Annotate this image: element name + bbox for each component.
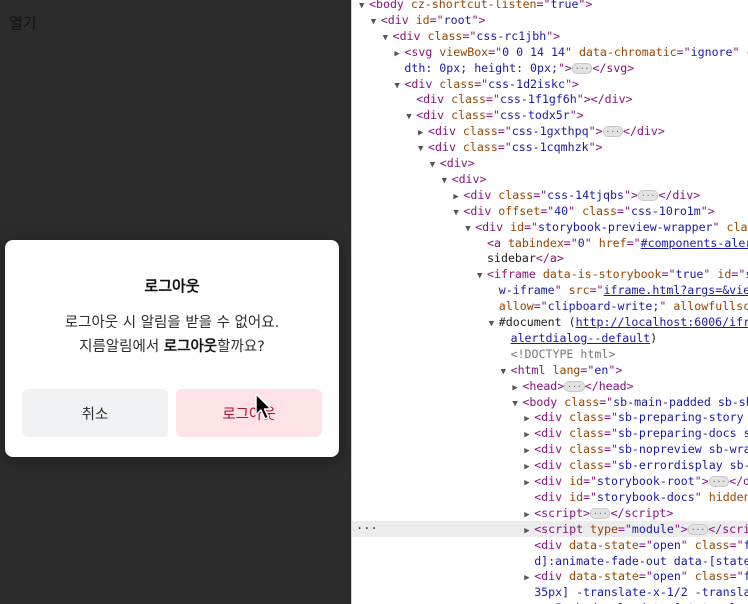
dom-node-markup: sidebar</a> xyxy=(487,251,564,266)
dom-tree-node[interactable]: ▼ <div offset="40" class="css-10ro1m"> xyxy=(352,203,748,219)
dom-node-markup: <div class="sb-nopreview sb-wra xyxy=(534,442,748,457)
dom-node-markup: <body cz-shortcut-listen="true"> xyxy=(369,0,593,11)
dom-tree-node[interactable]: ▶ <div class="sb-preparing-docs s xyxy=(352,425,748,441)
dom-node-markup: w-iframe" src="iframe.html?args=&viewM xyxy=(498,283,748,298)
dom-tree-node[interactable]: ▼ <body cz-shortcut-listen="true"> xyxy=(352,0,748,12)
dialog-title: 로그아웃 xyxy=(144,277,200,295)
dom-node-markup: dth: 0px; height: 0px;"> ··· </svg> xyxy=(404,60,635,75)
line2-bold: 로그아웃 xyxy=(163,339,218,355)
dom-node-markup: <div id="root"> xyxy=(380,12,486,27)
dom-tree-node[interactable]: ▼ <div class="css-1d2iskc"> xyxy=(352,76,748,92)
dom-tree-node[interactable]: ▼<iframe data-is-storybook="true" id="s xyxy=(352,266,748,282)
line2-prefix: 지름알림에서 xyxy=(79,339,164,355)
dom-tree-node[interactable]: ▶<div id="storybook-root">···</d xyxy=(352,473,748,489)
dom-node-markup: <div id="storybook-preview-wrapper" clas xyxy=(475,219,748,234)
dom-tree-node[interactable]: ▼ <div id="storybook-preview-wrapper" cla… xyxy=(352,219,748,235)
dom-node-markup: <svg viewBox="0 0 14 14" data-chromatic=… xyxy=(404,44,748,59)
more-options-icon[interactable]: ... xyxy=(356,518,378,532)
dom-tree-node[interactable]: allow="clipboard-write;" allowfullscre xyxy=(352,298,748,314)
dom-node-markup: <div class="sb-preparing-story xyxy=(534,410,744,425)
dom-tree-node[interactable]: alertdialog--default) xyxy=(352,330,748,346)
dom-node-markup: <div class="sb-preparing-docs s xyxy=(534,426,748,441)
dom-node-markup: <div class="css-1d2iskc"> xyxy=(404,76,579,91)
devtools-elements-panel[interactable]: ▼ <body cz-shortcut-listen="true"> ▼ <div i… xyxy=(351,0,748,604)
dom-tree-node[interactable]: ▼ <div class="css-1cqmhzk"> xyxy=(352,139,748,155)
dom-tree-node[interactable]: <!DOCTYPE html> xyxy=(352,346,748,362)
dom-tree-node[interactable]: ▼ <div class="css-todx5r"> xyxy=(352,107,748,123)
dom-node-markup: <div class="css-14tjqbs"> ··· </div> xyxy=(463,187,701,202)
dom-node-markup: <div offset="40" class="css-10ro1m"> xyxy=(463,203,715,218)
dialog-description-line1: 로그아웃 시 알림을 받을 수 없어요. xyxy=(64,315,280,331)
dom-node-markup: <div class="css-todx5r"> xyxy=(416,108,584,123)
dom-tree-node[interactable]: ▶ <head> ··· </head> xyxy=(352,378,748,394)
dialog-description: 로그아웃 시 알림을 받을 수 없어요. 지름알림에서 로그아웃할까요? xyxy=(5,311,339,359)
dom-tree-node[interactable]: ▶ <script> ··· </script> xyxy=(352,505,748,521)
dom-tree-node[interactable]: ▶ <script type="module"> ··· </scri xyxy=(352,520,748,537)
dom-tree-node[interactable]: <div data-state="open" class="f xyxy=(352,537,748,553)
dom-tree-node[interactable]: ▶ <div class="css-1gxthpq"> ··· </div> xyxy=(352,123,748,139)
dom-tree-node[interactable]: ▼ <html lang="en"> xyxy=(352,362,748,378)
dom-node-markup: <script> ··· </script> xyxy=(534,505,674,520)
dom-tree-node[interactable]: <div id="storybook-docs" hidden xyxy=(352,489,748,505)
dom-tree-node[interactable]: d]:animate-fade-out data-[state xyxy=(352,553,748,569)
dom-node-markup: d]:animate-fade-out data-[state xyxy=(534,553,748,568)
dom-tree-node[interactable]: dth: 0px; height: 0px;"> ··· </svg> xyxy=(352,60,748,76)
dom-tree-node[interactable]: ▶<div data-state="open" class="f xyxy=(352,568,748,584)
cancel-button[interactable]: 취소 xyxy=(22,389,168,437)
dom-tree-node[interactable]: ▶ <svg viewBox="0 0 14 14" data-chromatic… xyxy=(352,44,748,60)
dom-tree-node[interactable]: sidebar</a> xyxy=(352,250,748,266)
dom-tree-node[interactable]: ▼ #document (http://localhost:6006/ifr xyxy=(352,314,748,330)
dom-node-markup: <html lang="en"> xyxy=(510,362,623,377)
dom-node-markup: <head> ··· </head> xyxy=(522,378,634,393)
dom-node-markup: <div data-state="open" class="f xyxy=(534,537,748,552)
dom-node-markup: <script type="module"> ··· </scri xyxy=(534,521,748,536)
dom-tree-node[interactable]: <a tabindex="0" href="#components-aler xyxy=(352,235,748,251)
dom-node-markup: <div id="storybook-root">···</d xyxy=(534,474,748,488)
storybook-preview-pane: 열기 로그아웃 로그아웃 시 알림을 받을 수 없어요. 지름알림에서 로그아웃… xyxy=(0,0,351,604)
dom-node-markup: <div> xyxy=(451,171,487,186)
dom-node-markup: <iframe data-is-storybook="true" id="s xyxy=(487,267,748,282)
dom-tree-node[interactable]: ▶ <div class="css-14tjqbs"> ··· </div> xyxy=(352,187,748,203)
line2-suffix: 할까요? xyxy=(217,339,265,355)
dom-node-markup: <div> xyxy=(439,156,475,170)
dom-node-markup: #document (http://localhost:6006/ifr xyxy=(498,315,748,329)
dom-tree-node[interactable]: ▶ <div class="sb-errordisplay sb- xyxy=(352,457,748,473)
dom-tree-node[interactable]: py-5 shadow-lg data-[state=clos xyxy=(352,600,748,604)
dom-tree-node[interactable]: w-iframe" src="iframe.html?args=&viewM xyxy=(352,282,748,298)
dom-node-markup: <!DOCTYPE html> xyxy=(510,346,616,361)
dom-node-markup: <div class="sb-errordisplay sb- xyxy=(534,458,748,473)
dom-node-markup: <div id="storybook-docs" hidden xyxy=(534,489,748,504)
dom-tree-node[interactable]: <div class="css-1f1gf6h"></div> xyxy=(352,91,748,107)
dom-node-markup: <div class="css-rc1jbh"> xyxy=(392,28,561,43)
dom-node-markup: allow="clipboard-write;" allowfullscre xyxy=(498,299,748,314)
mouse-pointer-icon xyxy=(255,393,272,420)
dom-tree-node[interactable]: 35px] -translate-x-1/2 -transla xyxy=(352,584,748,600)
dom-node-markup: 35px] -translate-x-1/2 -transla xyxy=(534,585,748,600)
logout-button[interactable]: 로그아웃 xyxy=(176,389,322,437)
open-button[interactable]: 열기 xyxy=(9,12,37,33)
dialog-description-line2: 지름알림에서 로그아웃할까요? xyxy=(5,335,339,359)
dom-tree-node[interactable]: ▼ <div id="root"> xyxy=(352,12,748,28)
dom-node-markup: <a tabindex="0" href="#components-aler xyxy=(487,235,748,250)
dom-tree-node[interactable]: ▶ <div class="sb-preparing-story xyxy=(352,409,748,425)
dom-tree-node[interactable]: ▼ <div> xyxy=(352,155,748,171)
dom-node-markup: alertdialog--default) xyxy=(510,330,658,345)
dom-node-markup: <div class="css-1gxthpq"> ··· </div> xyxy=(428,124,665,139)
dom-tree-node[interactable]: ▼ <body class="sb-main-padded sb-sh xyxy=(352,394,748,410)
dom-node-markup: <div class="css-1f1gf6h"></div> xyxy=(416,92,633,107)
dom-node-markup: <div class="css-1cqmhzk"> xyxy=(428,140,603,155)
logout-alert-dialog: 로그아웃 로그아웃 시 알림을 받을 수 없어요. 지름알림에서 로그아웃할까요… xyxy=(5,240,339,457)
dom-node-markup: <div data-state="open" class="f xyxy=(534,569,748,584)
dom-tree-node[interactable]: ▶ <div class="sb-nopreview sb-wra xyxy=(352,441,748,457)
dom-tree-node[interactable]: ▼ <div> xyxy=(352,171,748,187)
dom-tree-node[interactable]: ▼ <div class="css-rc1jbh"> xyxy=(352,28,748,44)
dom-node-markup: <body class="sb-main-padded sb-sh xyxy=(522,394,748,409)
